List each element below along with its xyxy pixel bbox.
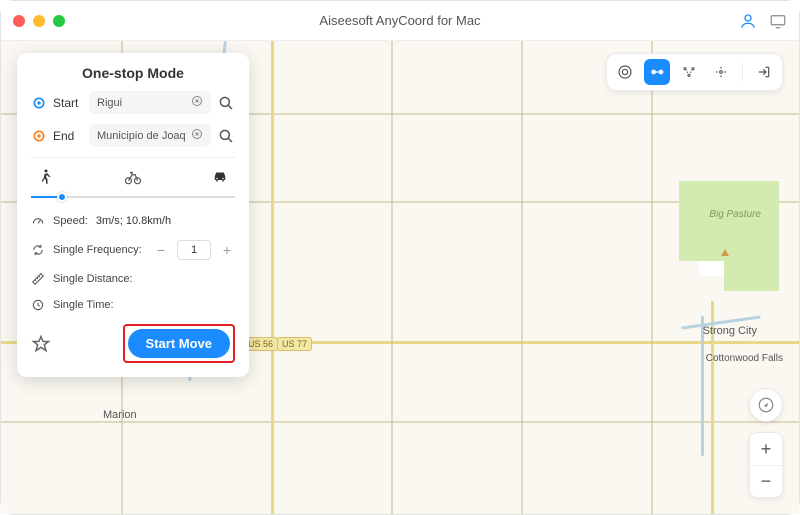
- highway: [271, 41, 274, 514]
- start-label: Start: [53, 96, 83, 110]
- road: [521, 41, 523, 514]
- divider: [31, 157, 235, 158]
- maximize-window-btn[interactable]: [53, 15, 65, 27]
- screen-icon[interactable]: [769, 12, 787, 30]
- start-input-wrap: [89, 91, 211, 114]
- start-input[interactable]: [97, 97, 185, 109]
- end-pin-icon: [31, 128, 47, 144]
- distance-row: Single Distance:: [31, 272, 235, 286]
- speed-label: Speed:: [53, 215, 88, 227]
- start-move-btn[interactable]: Start Move: [128, 329, 230, 358]
- park-cutout: [699, 261, 724, 276]
- time-row: Single Time:: [31, 298, 235, 312]
- ruler-icon: [31, 272, 45, 286]
- clear-end-btn[interactable]: [191, 128, 203, 143]
- park-area: [679, 181, 779, 261]
- time-label: Single Time:: [53, 299, 114, 311]
- zoom-in-btn[interactable]: +: [750, 433, 782, 465]
- close-window-btn[interactable]: [13, 15, 25, 27]
- river: [701, 316, 704, 456]
- multi-stop-mode-btn[interactable]: [676, 59, 702, 85]
- start-move-highlight: Start Move: [123, 324, 235, 363]
- frequency-label: Single Frequency:: [53, 244, 142, 256]
- freq-minus-btn[interactable]: −: [153, 242, 169, 258]
- modify-location-btn[interactable]: [612, 59, 638, 85]
- car-icon[interactable]: [211, 168, 229, 186]
- repeat-icon: [31, 243, 45, 257]
- park-label: Big Pasture: [709, 209, 761, 220]
- joystick-mode-btn[interactable]: [708, 59, 734, 85]
- search-start-btn[interactable]: [217, 94, 235, 112]
- titlebar: Aiseesoft AnyCoord for Mac: [1, 1, 799, 41]
- road: [391, 41, 393, 514]
- map-canvas[interactable]: Big Pasture US 56 US 77 Marion Strong Ci…: [1, 41, 799, 514]
- favorite-btn[interactable]: [31, 334, 51, 354]
- speed-value: 3m/s; 10.8km/h: [96, 215, 171, 227]
- frequency-stepper: − 1 +: [153, 240, 235, 260]
- route-shield: US 77: [277, 337, 312, 351]
- minimize-window-btn[interactable]: [33, 15, 45, 27]
- panel-actions: Start Move: [31, 324, 235, 363]
- city-label: Marion: [103, 409, 137, 421]
- panel-title: One-stop Mode: [31, 65, 235, 81]
- app-title: Aiseesoft AnyCoord for Mac: [1, 13, 799, 28]
- city-label: Cottonwood Falls: [706, 353, 783, 364]
- clock-icon: [31, 298, 45, 312]
- road: [651, 41, 653, 514]
- map-controls: + −: [749, 388, 783, 498]
- freq-value[interactable]: 1: [177, 240, 211, 260]
- park-area: [724, 261, 779, 291]
- walk-icon[interactable]: [37, 168, 55, 186]
- speed-slider[interactable]: [31, 190, 235, 204]
- peak-icon: [721, 249, 729, 256]
- distance-label: Single Distance:: [53, 273, 133, 285]
- bike-icon[interactable]: [124, 168, 142, 186]
- end-label: End: [53, 129, 83, 143]
- end-field: End: [31, 124, 235, 147]
- transport-modes: [31, 168, 235, 186]
- slider-thumb[interactable]: [57, 192, 67, 202]
- separator: [742, 62, 743, 82]
- speed-row: Speed: 3m/s; 10.8km/h: [31, 214, 235, 228]
- end-input-wrap: [89, 124, 211, 147]
- zoom-control: + −: [749, 432, 783, 498]
- gauge-icon: [31, 214, 45, 228]
- compass-btn[interactable]: [749, 388, 783, 422]
- freq-plus-btn[interactable]: +: [219, 242, 235, 258]
- window-controls: [13, 15, 65, 27]
- zoom-out-btn[interactable]: −: [750, 465, 782, 497]
- export-btn[interactable]: [751, 59, 777, 85]
- one-stop-panel: One-stop Mode Start End: [17, 53, 249, 377]
- frequency-row: Single Frequency: − 1 +: [31, 240, 235, 260]
- city-label: Strong City: [703, 325, 757, 337]
- mode-toolbar: [606, 53, 783, 91]
- one-stop-mode-btn[interactable]: [644, 59, 670, 85]
- end-input[interactable]: [97, 130, 185, 142]
- search-end-btn[interactable]: [217, 127, 235, 145]
- start-pin-icon: [31, 95, 47, 111]
- account-icon[interactable]: [739, 12, 757, 30]
- start-field: Start: [31, 91, 235, 114]
- clear-start-btn[interactable]: [191, 95, 203, 110]
